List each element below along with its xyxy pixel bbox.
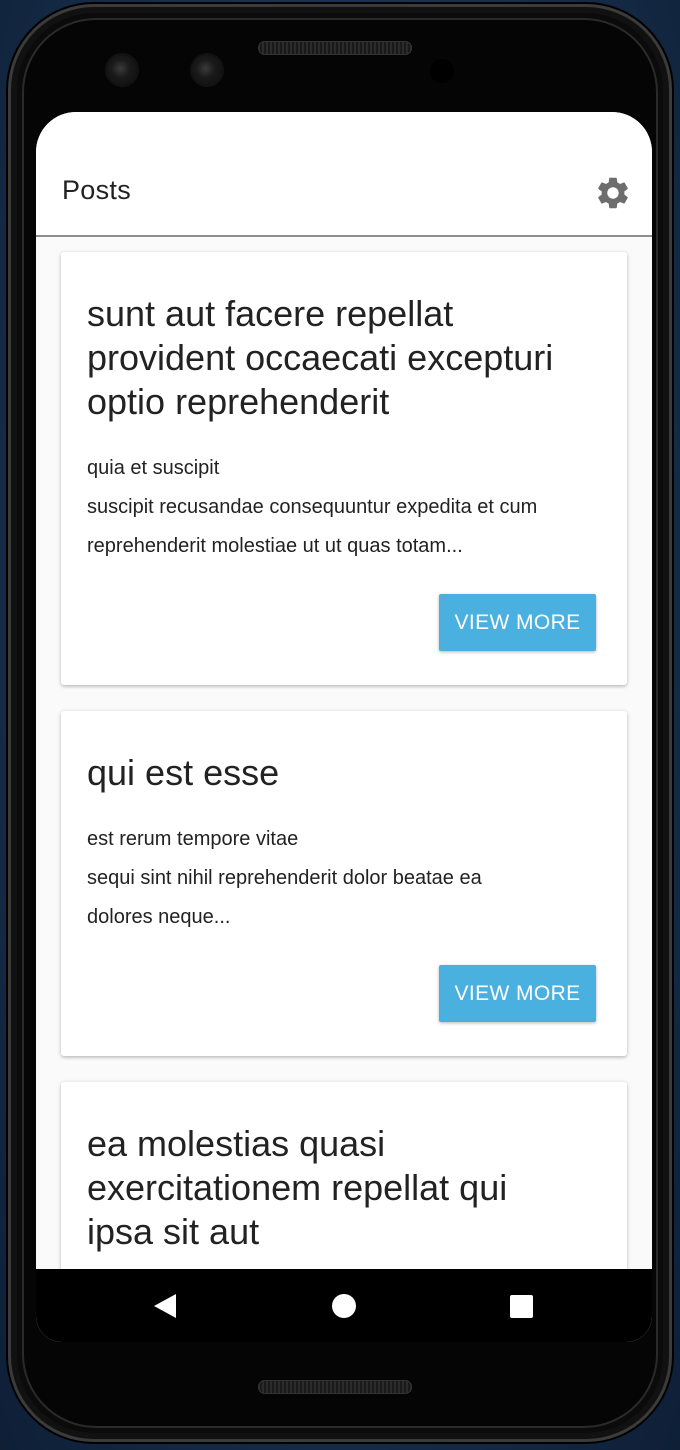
front-camera-icon bbox=[107, 55, 137, 85]
nav-home-button[interactable] bbox=[304, 1269, 384, 1342]
post-title-line: sunt aut facere repellat bbox=[87, 293, 454, 334]
view-more-button[interactable]: VIEW MORE bbox=[439, 594, 596, 651]
home-circle-icon bbox=[332, 1294, 356, 1318]
gear-icon bbox=[598, 177, 628, 209]
recents-square-icon bbox=[510, 1295, 533, 1318]
bottom-speaker bbox=[258, 1380, 412, 1394]
post-body-line: reprehenderit molestiae ut ut quas totam… bbox=[87, 535, 463, 557]
view-more-button[interactable]: VIEW MORE bbox=[439, 965, 596, 1022]
post-card: sunt aut facere repellat provident occae… bbox=[61, 252, 627, 685]
earpiece-speaker bbox=[258, 41, 412, 55]
post-body: quia et suscipit suscipit recusandae con… bbox=[87, 449, 607, 566]
app-header: Posts bbox=[36, 112, 652, 237]
post-title-line: ipsa sit aut bbox=[87, 1211, 260, 1252]
post-title-line: exercitationem repellat qui bbox=[87, 1167, 508, 1208]
post-title-line: ea molestias quasi bbox=[87, 1123, 386, 1164]
settings-button[interactable] bbox=[594, 174, 632, 212]
post-card: qui est esse est rerum tempore vitae seq… bbox=[61, 711, 627, 1056]
page-title: Posts bbox=[62, 175, 132, 205]
post-body-line: est rerum tempore vitae bbox=[87, 828, 299, 850]
nav-recents-button[interactable] bbox=[481, 1269, 561, 1342]
posts-list[interactable]: sunt aut facere repellat provident occae… bbox=[36, 237, 652, 1269]
app-screen: Posts sunt aut facere repellat provident… bbox=[36, 112, 652, 1342]
post-card: ea molestias quasi exercitationem repell… bbox=[61, 1082, 627, 1269]
post-title: ea molestias quasi exercitationem repell… bbox=[87, 1122, 602, 1254]
post-body-line: suscipit recusandae consequuntur expedit… bbox=[87, 496, 538, 518]
system-nav-bar bbox=[36, 1269, 652, 1342]
post-body-line: sequi sint nihil reprehenderit dolor bea… bbox=[87, 867, 482, 889]
front-camera-icon bbox=[192, 55, 222, 85]
nav-back-button[interactable] bbox=[126, 1269, 206, 1342]
post-body: est rerum tempore vitae sequi sint nihil… bbox=[87, 820, 607, 937]
proximity-sensor bbox=[430, 59, 454, 83]
post-title: sunt aut facere repellat provident occae… bbox=[87, 292, 602, 424]
post-title-line: optio reprehenderit bbox=[87, 381, 390, 422]
post-title: qui est esse bbox=[87, 751, 602, 795]
post-title-line: provident occaecati excepturi bbox=[87, 337, 554, 378]
post-body-line: dolores neque... bbox=[87, 906, 231, 928]
back-triangle-icon bbox=[154, 1294, 176, 1318]
post-body-line: quia et suscipit bbox=[87, 457, 220, 479]
post-title-line: qui est esse bbox=[87, 752, 280, 793]
